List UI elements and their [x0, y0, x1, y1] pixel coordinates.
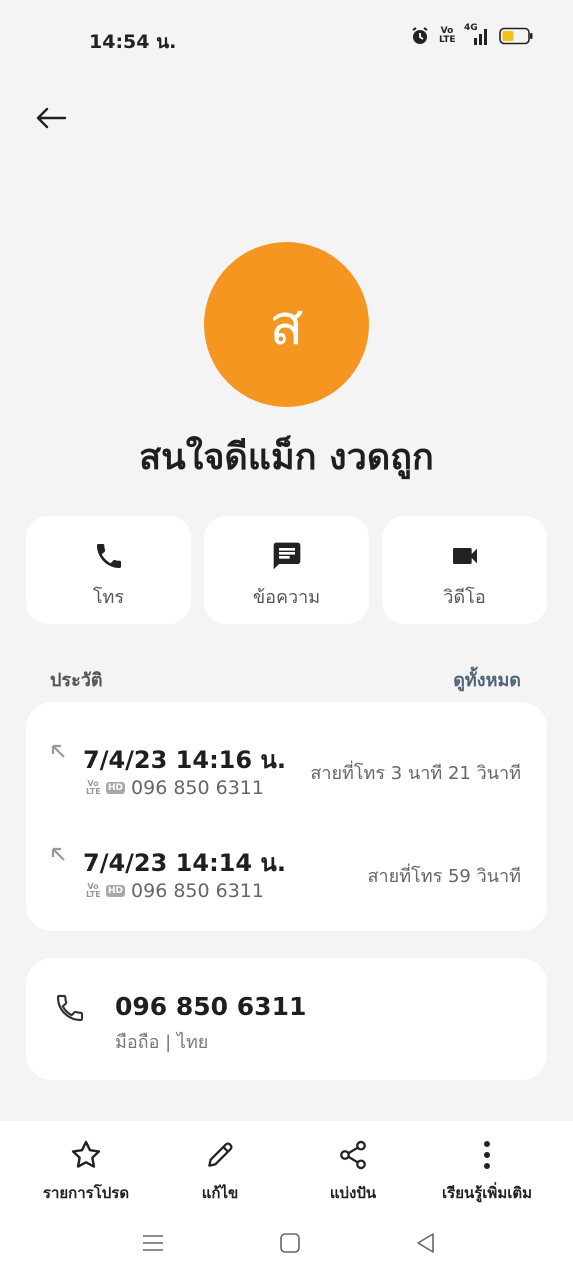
call-details: Vo LTE HD 096 850 6311: [86, 777, 264, 799]
pencil-icon: [150, 1137, 290, 1173]
outgoing-arrow-icon: [51, 847, 65, 861]
call-duration: สายที่โทร 59 วินาที: [367, 866, 521, 887]
video-button[interactable]: วิดีโอ: [382, 516, 547, 624]
favorite-button[interactable]: รายการโปรด: [16, 1137, 156, 1205]
system-nav-bar: [0, 1212, 573, 1280]
share-button[interactable]: แบ่งปัน: [283, 1137, 423, 1205]
back-triangle-icon: [417, 1233, 434, 1253]
call-duration: สายที่โทร 3 นาที 21 วินาที: [310, 763, 521, 784]
contact-name: สนใจดีแม็ก งวดถูก: [139, 437, 434, 478]
status-time: 14:54 น.: [89, 31, 177, 53]
menu-lines-icon: [143, 1235, 163, 1251]
volte-badge: Vo LTE: [86, 883, 101, 899]
call-number: 096 850 6311: [131, 777, 264, 799]
volte-text: Vo LTE: [439, 26, 456, 45]
edit-label: แก้ไข: [201, 1184, 239, 1202]
phone-outline-icon: [56, 994, 84, 1022]
nav-back-button[interactable]: [415, 1232, 437, 1258]
star-icon: [16, 1137, 156, 1173]
message-label: ข้อความ: [252, 587, 321, 608]
call-history-card: 7/4/23 14:16 น. Vo LTE HD 096 850 6311 ส…: [26, 702, 547, 931]
call-label: โทร: [92, 587, 125, 608]
volte-icon: Vo LTE: [439, 26, 456, 45]
call-history-row[interactable]: 7/4/23 14:14 น. Vo LTE HD 096 850 6311 ส…: [26, 839, 547, 919]
share-label: แบ่งปัน: [329, 1184, 377, 1202]
contact-avatar: ส: [204, 242, 369, 407]
back-arrow-icon: [36, 107, 67, 129]
call-number: 096 850 6311: [131, 880, 264, 902]
call-datetime: 7/4/23 14:14 น.: [83, 849, 286, 877]
alarm-icon: [412, 27, 428, 44]
video-label: วิดีโอ: [443, 587, 486, 608]
more-button[interactable]: เรียนรู้เพิ่มเติม: [417, 1137, 557, 1205]
video-icon: [382, 540, 547, 572]
edit-button[interactable]: แก้ไข: [150, 1137, 290, 1205]
message-button[interactable]: ข้อความ: [204, 516, 369, 624]
hd-badge: HD: [106, 885, 126, 897]
call-history-row[interactable]: 7/4/23 14:16 น. Vo LTE HD 096 850 6311 ส…: [26, 736, 547, 816]
phone-icon: [26, 540, 191, 572]
more-label: เรียนรู้เพิ่มเติม: [442, 1184, 532, 1202]
history-title: ประวัติ: [50, 670, 103, 691]
battery-icon: [499, 27, 533, 45]
home-button[interactable]: [279, 1232, 301, 1258]
volte-badge-bottom: LTE: [86, 890, 101, 899]
phone-number-card[interactable]: 096 850 6311 มือถือ | ไทย: [26, 958, 547, 1080]
message-icon: [204, 540, 369, 572]
share-icon: [283, 1137, 423, 1173]
back-button[interactable]: [30, 100, 72, 136]
phone-number: 096 850 6311: [115, 992, 307, 1021]
call-details: Vo LTE HD 096 850 6311: [86, 880, 264, 902]
call-datetime: 7/4/23 14:16 น.: [83, 746, 286, 774]
outgoing-arrow-icon: [51, 744, 65, 758]
recent-apps-button[interactable]: [142, 1232, 164, 1258]
call-button[interactable]: โทร: [26, 516, 191, 624]
volte-badge-bottom: LTE: [86, 787, 101, 796]
status-icons: Vo LTE 4G: [410, 23, 533, 46]
home-square-icon: [280, 1233, 300, 1253]
phone-type: มือถือ | ไทย: [115, 1032, 209, 1053]
signal-icon: 4G: [464, 23, 490, 45]
status-bar: 14:54 น. Vo LTE 4G: [0, 0, 573, 80]
view-all-link[interactable]: ดูทั้งหมด: [453, 665, 521, 694]
avatar-initial: ส: [269, 293, 304, 358]
favorite-label: รายการโปรด: [42, 1184, 130, 1202]
hd-badge: HD: [106, 782, 126, 794]
volte-badge: Vo LTE: [86, 780, 101, 796]
more-vertical-icon: [417, 1137, 557, 1173]
